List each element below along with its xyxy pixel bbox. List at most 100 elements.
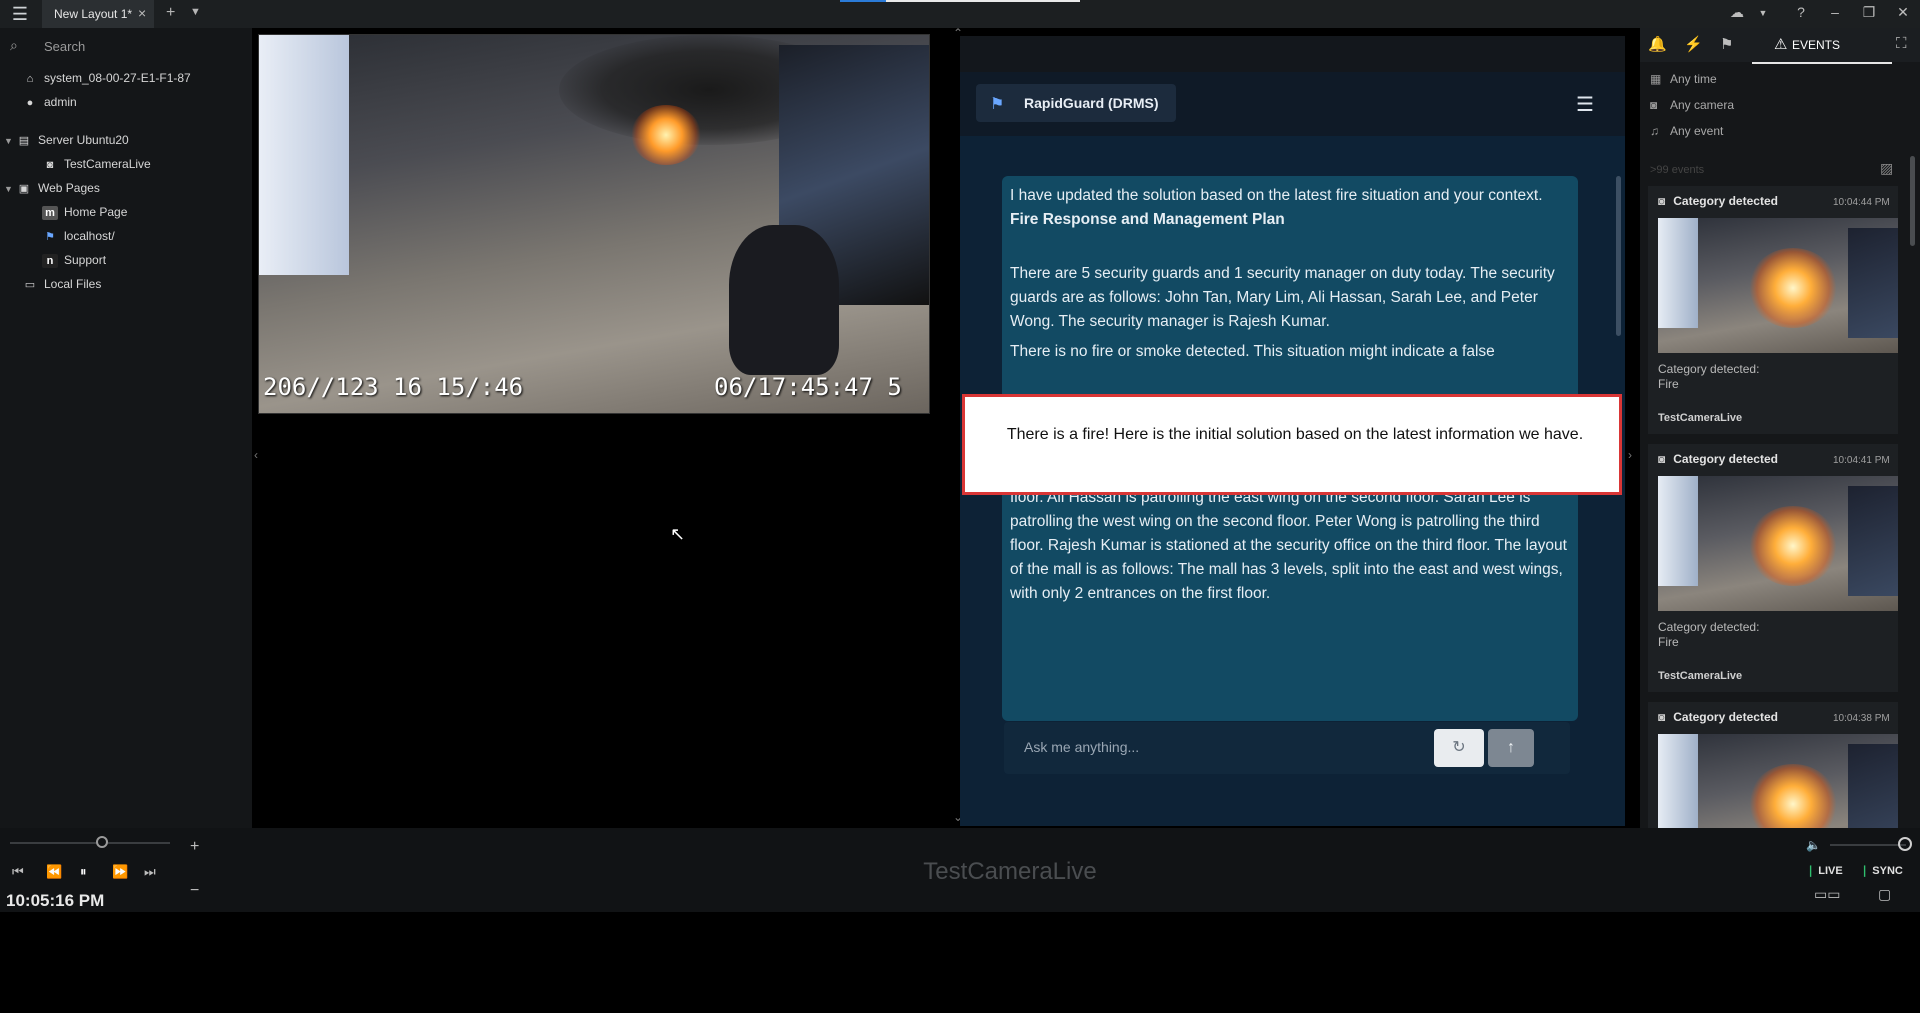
localhost-icon: ⚑ xyxy=(45,230,55,243)
bell-icon[interactable]: 🔔 xyxy=(1648,35,1667,53)
tab-events[interactable]: ⚠ EVENTS xyxy=(1752,28,1892,64)
category-icon: ◙ xyxy=(1658,710,1666,724)
event-time: 10:04:41 PM xyxy=(1833,455,1890,466)
category-icon: ◙ xyxy=(1658,452,1666,466)
refresh-button[interactable]: ↻ xyxy=(1434,729,1484,767)
search-field[interactable]: ⌕ Search xyxy=(10,36,240,58)
live-button[interactable]: ❘ LIVE xyxy=(1806,864,1843,877)
fullscreen-icon[interactable]: ⛶ xyxy=(1896,35,1907,52)
volume-icon[interactable]: 🔈 xyxy=(1806,838,1821,852)
event-thumbnail[interactable] xyxy=(1658,218,1898,353)
send-button[interactable]: ↑ xyxy=(1488,729,1534,767)
timeline-camera-name: TestCameraLive xyxy=(923,858,1097,885)
bookmark-icon[interactable]: ⚑ xyxy=(1720,35,1733,53)
tree-item-local-files[interactable]: ▭ Local Files xyxy=(22,274,102,294)
video-scene-person xyxy=(729,225,839,375)
event-card[interactable]: ◙ Category detected 10:04:41 PM Category … xyxy=(1648,444,1898,692)
search-icon: ⌕ xyxy=(10,37,18,53)
tab-close-icon[interactable]: × xyxy=(138,5,146,21)
category-icon: ◙ xyxy=(1658,194,1666,208)
tree-item-system[interactable]: ⌂ system_08-00-27-E1-F1-87 xyxy=(22,68,191,88)
progress-fill xyxy=(840,0,886,2)
brand-badge[interactable]: ⚑ RapidGuard (DRMS) xyxy=(976,84,1176,122)
event-title: Category detected xyxy=(1673,710,1778,724)
filter-label: Any event xyxy=(1670,124,1724,138)
zoom-in-button[interactable]: + xyxy=(190,838,199,856)
tree-label: localhost/ xyxy=(64,229,115,243)
tree-label: Web Pages xyxy=(38,181,100,195)
tree-item-localhost[interactable]: ⚑ localhost/ xyxy=(42,226,115,246)
tab-new-layout[interactable]: New Layout 1* × xyxy=(42,0,154,28)
calendar-toggle-icon[interactable]: ▢ xyxy=(1878,886,1891,903)
add-tab-button[interactable]: + xyxy=(166,4,175,22)
thumb-fire xyxy=(1748,764,1838,828)
tree-label: Server Ubuntu20 xyxy=(38,133,129,147)
event-detail-line2: Fire xyxy=(1658,377,1679,391)
camera-filter-icon: ◙ xyxy=(1650,98,1658,112)
thumb-storefront xyxy=(1658,734,1698,828)
tree-item-support[interactable]: n Support xyxy=(42,250,106,270)
tree-label: admin xyxy=(44,95,77,109)
restore-icon[interactable]: ❐ xyxy=(1858,4,1880,21)
tree-item-user[interactable]: ● admin xyxy=(22,92,77,112)
speed-slider-knob[interactable] xyxy=(96,836,108,848)
web-pages-icon: ▣ xyxy=(18,182,30,195)
sync-label: SYNC xyxy=(1872,865,1903,877)
motion-icon[interactable]: ⚡ xyxy=(1684,35,1703,53)
loading-progress-bar xyxy=(840,0,1080,2)
tree-item-server[interactable]: ▼ ▤ Server Ubuntu20 xyxy=(4,130,129,150)
fire-alert-popup: There is a fire! Here is the initial sol… xyxy=(962,394,1622,495)
rewind-icon[interactable]: ⏪ xyxy=(46,864,62,880)
bell-filter-icon: ♫ xyxy=(1650,124,1659,138)
chat-header-band xyxy=(960,36,1625,72)
event-thumbnail[interactable] xyxy=(1658,734,1898,828)
thumb-fire xyxy=(1748,248,1838,328)
event-card[interactable]: ◙ Category detected 10:04:38 PM xyxy=(1648,702,1898,828)
image-toggle-icon[interactable]: ▨ xyxy=(1880,160,1893,177)
volume-slider[interactable] xyxy=(1830,844,1906,846)
message-para2-block: There is no fire or smoke detected. This… xyxy=(1010,340,1570,364)
camera-video-tile[interactable]: 206//123 16 15/:46 06/17:45:47 5 xyxy=(258,34,930,414)
volume-knob[interactable] xyxy=(1898,837,1912,851)
warning-icon: ⚠ xyxy=(1774,36,1788,53)
help-icon[interactable]: ? xyxy=(1790,4,1812,20)
cloud-chevron-icon[interactable]: ▼ xyxy=(1752,8,1774,18)
zoom-out-button[interactable]: − xyxy=(190,882,199,900)
skip-to-end-icon[interactable]: ⏭ xyxy=(144,864,156,880)
chat-scrollbar[interactable] xyxy=(1616,176,1621,336)
filter-camera[interactable]: ◙ Any camera xyxy=(1650,98,1734,112)
tree-item-home-page[interactable]: m Home Page xyxy=(42,202,127,222)
expand-arrow-icon[interactable]: ▼ xyxy=(4,179,16,199)
event-card-header: ◙ Category detected xyxy=(1658,452,1778,466)
minimize-icon[interactable]: – xyxy=(1824,4,1846,20)
speed-slider[interactable] xyxy=(10,836,170,848)
events-scrollbar[interactable] xyxy=(1910,156,1915,246)
video-scene-storefront xyxy=(259,35,349,275)
resource-tree-panel: ⌕ Search ⌂ system_08-00-27-E1-F1-87 ● admi… xyxy=(0,28,252,828)
timeline-toggle-icon[interactable]: ▭▭ xyxy=(1814,886,1840,903)
event-card[interactable]: ◙ Category detected 10:04:44 PM Category … xyxy=(1648,186,1898,434)
hamburger-menu-icon[interactable]: ☰ xyxy=(1576,92,1594,117)
event-card-header: ◙ Category detected xyxy=(1658,710,1778,724)
pause-icon[interactable]: ⏸ xyxy=(80,864,87,880)
tree-item-web-pages[interactable]: ▼ ▣ Web Pages xyxy=(4,178,100,198)
filter-event[interactable]: ♫ Any event xyxy=(1650,124,1723,138)
tree-item-camera[interactable]: ◙ TestCameraLive xyxy=(42,154,151,174)
event-thumbnail[interactable] xyxy=(1658,476,1898,611)
skip-to-start-icon[interactable]: ⏮ xyxy=(12,864,24,880)
support-icon: n xyxy=(42,253,58,268)
filter-time[interactable]: ▦ Any time xyxy=(1650,72,1717,86)
event-title: Category detected xyxy=(1673,452,1778,466)
ask-input[interactable]: Ask me anything... ↻ ↑ xyxy=(1004,722,1570,774)
fast-forward-icon[interactable]: ⏩ xyxy=(112,864,128,880)
collapse-right-handle-icon[interactable]: › xyxy=(1628,448,1632,462)
filter-label: Any camera xyxy=(1670,98,1735,112)
main-menu-icon[interactable]: ☰ xyxy=(6,4,34,24)
brand-name: RapidGuard (DRMS) xyxy=(1024,95,1159,111)
expand-arrow-icon[interactable]: ▼ xyxy=(4,131,16,151)
cloud-icon[interactable]: ☁ xyxy=(1726,4,1748,21)
collapse-left-handle-icon[interactable]: ‹ xyxy=(254,448,258,462)
close-icon[interactable]: ✕ xyxy=(1892,4,1914,21)
sync-button[interactable]: ❘ SYNC xyxy=(1860,864,1903,877)
tab-list-chevron-icon[interactable]: ▼ xyxy=(190,6,201,18)
